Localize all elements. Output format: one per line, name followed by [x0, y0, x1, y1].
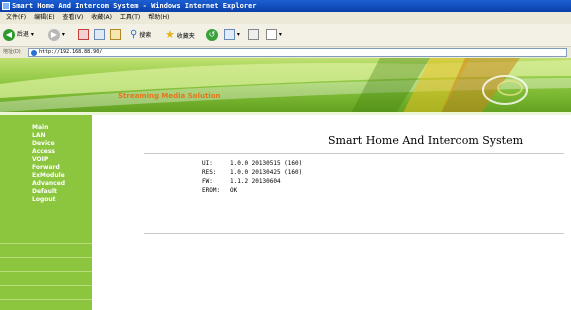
mail-icon: [224, 29, 235, 40]
window-title: Smart Home And Intercom System - Windows…: [12, 2, 257, 10]
back-arrow-icon: ◀: [3, 28, 15, 41]
sidebar-divider: [0, 243, 92, 244]
info-key: FW:: [202, 178, 213, 185]
page-icon: [31, 50, 37, 56]
sidebar-item-lan[interactable]: LAN: [0, 132, 92, 140]
menu-favorites[interactable]: 收藏(A): [91, 12, 112, 24]
sidebar-divider: [0, 299, 92, 300]
search-button[interactable]: ⚲ 搜索: [130, 28, 151, 42]
edit-button[interactable]: ▾: [266, 28, 282, 42]
banner-graphic: [0, 58, 571, 115]
chevron-down-icon: ▾: [30, 31, 34, 38]
back-label: 后退: [16, 31, 29, 38]
menu-file[interactable]: 文件(F): [6, 12, 26, 24]
banner-slogan: Streaming Media Solution: [118, 92, 221, 100]
address-label: 地址(D): [3, 49, 21, 55]
stop-icon: [78, 29, 89, 40]
address-input[interactable]: http://192.168.88.90/: [28, 48, 567, 57]
chevron-down-icon: ▾: [278, 31, 282, 38]
title-divider: [144, 153, 564, 154]
menu-tools[interactable]: 工具(T): [120, 12, 140, 24]
sidebar-item-main[interactable]: Main: [0, 124, 92, 132]
version-info: UI: 1.0.0 20130515 (160) RES: 1.0.0 201304…: [202, 159, 302, 195]
search-icon: ⚲: [130, 29, 138, 40]
menu-view[interactable]: 查看(V): [62, 12, 83, 24]
star-icon: ★: [165, 28, 175, 41]
stop-button[interactable]: [78, 28, 89, 42]
chevron-down-icon: ▾: [61, 31, 65, 38]
info-key: EROM:: [202, 187, 221, 194]
info-row-ui: UI: 1.0.0 20130515 (160): [202, 159, 302, 168]
info-value: 1.1.2 20130604: [230, 178, 281, 185]
sidebar-divider: [0, 271, 92, 272]
content-divider: [144, 233, 564, 234]
ie-app-icon: [2, 2, 10, 10]
address-url: http://192.168.88.90/: [39, 49, 103, 55]
window-titlebar: Smart Home And Intercom System - Windows…: [0, 0, 571, 12]
main-content: Smart Home And Intercom System UI: 1.0.0 …: [92, 115, 571, 310]
favorites-label: 收藏夹: [176, 33, 195, 40]
sidebar-item-device[interactable]: Device: [0, 140, 92, 148]
page-banner: Streaming Media Solution: [0, 58, 571, 115]
print-button[interactable]: [248, 28, 259, 42]
forward-arrow-icon: ▶: [48, 28, 60, 41]
favorites-button[interactable]: ★ 收藏夹: [165, 28, 195, 42]
history-icon: ↺: [206, 28, 218, 41]
sidebar: Main LAN Device Access VOIP Forward ExMo…: [0, 115, 92, 310]
info-row-erom: EROM: OK: [202, 186, 302, 195]
sidebar-item-access[interactable]: Access: [0, 148, 92, 156]
info-row-res: RES: 1.0.0 20130425 (160): [202, 168, 302, 177]
back-button[interactable]: ◀ 后退 ▾: [3, 28, 34, 42]
home-icon: [110, 29, 121, 40]
sidebar-item-voip[interactable]: VOIP: [0, 156, 92, 164]
sidebar-item-advanced[interactable]: Advanced: [0, 180, 92, 188]
menu-edit[interactable]: 编辑(E): [34, 12, 54, 24]
edit-icon: [266, 29, 277, 40]
sidebar-item-default[interactable]: Default: [0, 188, 92, 196]
info-row-fw: FW: 1.1.2 20130604: [202, 177, 302, 186]
print-icon: [248, 29, 259, 40]
sidebar-nav: Main LAN Device Access VOIP Forward ExMo…: [0, 124, 92, 204]
history-button[interactable]: ↺: [206, 28, 218, 42]
menu-help[interactable]: 帮助(H): [148, 12, 169, 24]
menubar: 文件(F) 编辑(E) 查看(V) 收藏(A) 工具(T) 帮助(H): [0, 12, 571, 24]
page-title: Smart Home And Intercom System: [328, 134, 524, 147]
refresh-icon: [94, 29, 105, 40]
search-label: 搜索: [139, 32, 152, 39]
forward-button[interactable]: ▶ ▾: [48, 28, 65, 42]
sidebar-item-forward[interactable]: Forward: [0, 164, 92, 172]
info-value: OK: [230, 187, 238, 194]
info-key: RES:: [202, 169, 217, 176]
info-value: 1.0.0 20130425 (160): [230, 169, 303, 176]
sidebar-item-logout[interactable]: Logout: [0, 196, 92, 204]
home-button[interactable]: [110, 28, 121, 42]
chevron-down-icon: ▾: [236, 31, 240, 38]
sidebar-divider: [0, 257, 92, 258]
info-value: 1.0.0 20130515 (160): [230, 160, 303, 167]
info-key: UI:: [202, 160, 213, 167]
sidebar-divider: [0, 285, 92, 286]
refresh-button[interactable]: [94, 28, 105, 42]
mail-button[interactable]: ▾: [224, 28, 240, 42]
browser-toolbar: ◀ 后退 ▾ ▶ ▾ ⚲ 搜索 ★ 收藏夹 ↺ ▾ ▾: [0, 24, 571, 47]
sidebar-item-exmodule[interactable]: ExModule: [0, 172, 92, 180]
